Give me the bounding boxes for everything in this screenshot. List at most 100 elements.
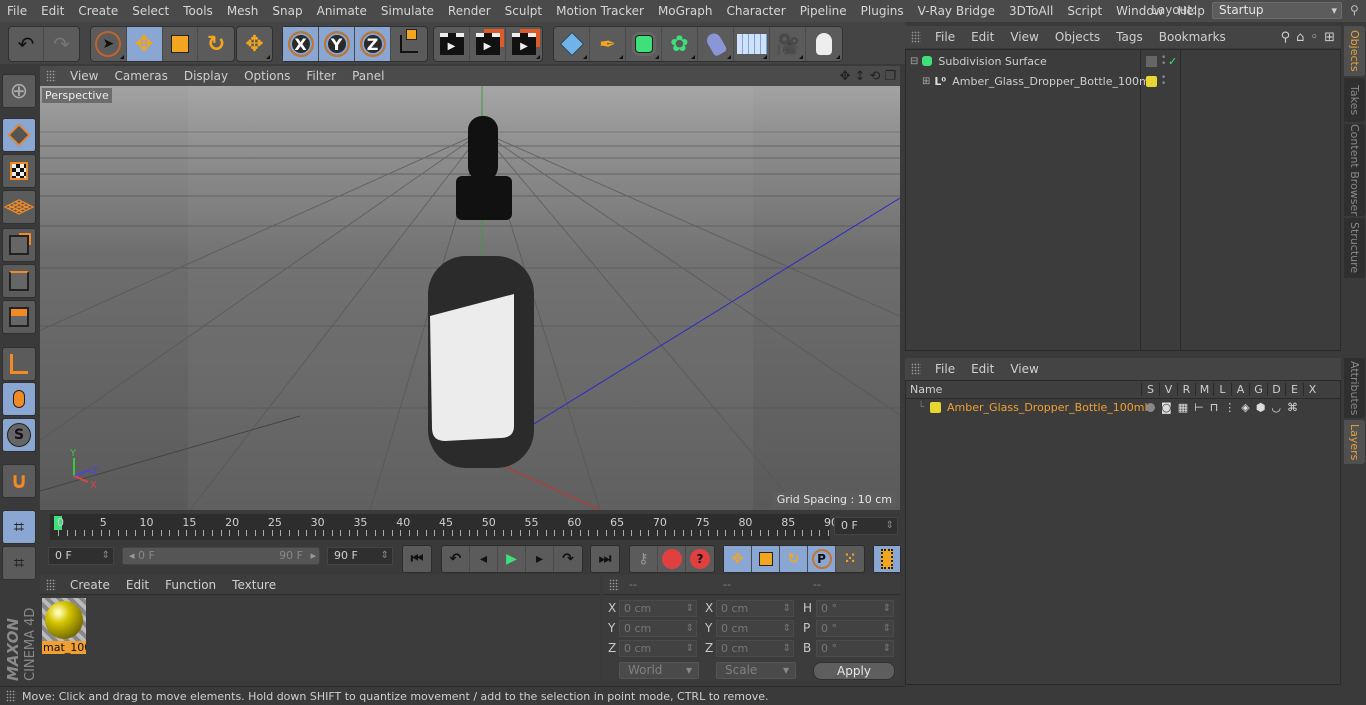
texture-mode-button[interactable] <box>2 154 36 188</box>
column-animation[interactable]: A <box>1231 383 1249 396</box>
tab-takes[interactable]: Takes <box>1344 78 1365 122</box>
grip-handle[interactable] <box>911 31 921 43</box>
lm-menu-view[interactable]: View <box>1002 362 1046 376</box>
menu-render[interactable]: Render <box>441 4 498 18</box>
column-xref[interactable]: X <box>1303 383 1321 396</box>
expression-icon[interactable]: ◡ <box>1271 401 1281 414</box>
tab-objects[interactable]: Objects <box>1344 26 1365 76</box>
object-row[interactable]: ⊟ Subdivision Surface • • ✓ <box>906 51 1340 71</box>
coordinate-mode-dropdown[interactable]: World <box>619 662 699 679</box>
size-z-field[interactable]: 0 cm <box>716 640 794 657</box>
expand-icon[interactable]: ⊞ <box>922 76 930 87</box>
model-mode-button[interactable] <box>2 118 36 152</box>
view-eye-icon[interactable]: ◙ <box>1161 401 1172 414</box>
deformer-icon[interactable]: ⬢ <box>1256 401 1266 414</box>
menu-file[interactable]: File <box>0 4 34 18</box>
column-name[interactable]: Name <box>906 383 1141 396</box>
mat-menu-create[interactable]: Create <box>62 578 118 592</box>
apply-button[interactable]: Apply <box>813 662 895 680</box>
om-menu-bookmarks[interactable]: Bookmarks <box>1151 30 1234 44</box>
next-key-button[interactable]: ↷ <box>554 546 582 572</box>
key-rotation-button[interactable]: ↻ <box>780 546 808 572</box>
grip-handle[interactable] <box>46 578 56 591</box>
om-menu-view[interactable]: View <box>1002 30 1046 44</box>
om-menu-file[interactable]: File <box>927 30 963 44</box>
play-button[interactable]: ▶ <box>498 546 526 572</box>
manager-hierarchy-icon[interactable]: ⊢ <box>1194 401 1204 414</box>
scale-tool-button[interactable] <box>163 27 199 61</box>
timeline-window-button[interactable] <box>874 546 900 572</box>
points-mode-button[interactable] <box>2 228 36 262</box>
column-render[interactable]: R <box>1177 383 1195 396</box>
pos-y-field[interactable]: 0 cm <box>619 620 697 637</box>
x-axis-button[interactable]: X <box>283 27 319 61</box>
axis-mode-button[interactable] <box>2 347 36 381</box>
menu-vray-bridge[interactable]: V-Ray Bridge <box>911 4 1002 18</box>
frame-range-slider[interactable]: ◂ 0 F 90 F ▸ <box>122 547 320 565</box>
z-axis-button[interactable]: Z <box>355 27 391 61</box>
object-row[interactable]: ⊞ L⁰ Amber_Glass_Dropper_Bottle_100ml • • <box>906 71 1340 91</box>
render-picture-viewer-button[interactable]: ▶ <box>470 27 506 61</box>
pos-z-field[interactable]: 0 cm <box>619 640 697 657</box>
viewport-menu-view[interactable]: View <box>62 69 106 83</box>
solo-toggle-icon[interactable] <box>1146 403 1155 412</box>
rot-b-field[interactable]: 0 ° <box>816 640 894 657</box>
tab-attributes[interactable]: Attributes <box>1344 358 1365 418</box>
lm-menu-file[interactable]: File <box>927 362 963 376</box>
key-scale-button[interactable] <box>752 546 780 572</box>
key-position-button[interactable]: ✥ <box>724 546 752 572</box>
goto-start-button[interactable]: ⏮ <box>403 546 431 572</box>
current-frame-field[interactable]: 0 F <box>834 517 898 535</box>
tab-structure[interactable]: Structure <box>1344 218 1365 278</box>
goto-end-button[interactable]: ⏭ <box>591 546 619 572</box>
tweak-mode-button[interactable] <box>2 382 36 416</box>
edges-mode-button[interactable] <box>2 264 36 298</box>
menu-pipeline[interactable]: Pipeline <box>793 4 854 18</box>
search-icon[interactable]: ⚲ <box>1281 30 1291 45</box>
menu-edit[interactable]: Edit <box>34 4 71 18</box>
size-y-field[interactable]: 0 cm <box>716 620 794 637</box>
eye-icon[interactable]: ◦ <box>1310 30 1318 45</box>
viewport-menu-cameras[interactable]: Cameras <box>106 69 175 83</box>
menu-plugins[interactable]: Plugins <box>854 4 911 18</box>
zoom-view-icon[interactable]: ↕ <box>855 69 866 84</box>
live-selection-button[interactable]: ➤ <box>91 27 127 61</box>
collapse-icon[interactable]: ⊟ <box>910 56 918 67</box>
planar-workplane-button[interactable]: ⌗ <box>2 546 36 580</box>
menu-sculpt[interactable]: Sculpt <box>498 4 549 18</box>
mat-menu-edit[interactable]: Edit <box>118 578 157 592</box>
snap-button[interactable]: S <box>2 418 36 452</box>
layer-color-swatch[interactable] <box>1146 75 1157 87</box>
render-settings-button[interactable]: ▶ <box>506 27 542 61</box>
size-x-field[interactable]: 0 cm <box>716 600 794 617</box>
record-key-button[interactable]: ⚷ <box>630 546 658 572</box>
grip-handle[interactable] <box>911 363 921 375</box>
add-cloner-button[interactable]: ✿ <box>662 27 698 61</box>
y-axis-button[interactable]: Y <box>319 27 355 61</box>
add-floor-button[interactable] <box>734 27 770 61</box>
rot-p-field[interactable]: 0 ° <box>816 620 894 637</box>
layer-color-swatch[interactable] <box>930 402 942 413</box>
xref-icon[interactable]: ⌘ <box>1287 401 1298 414</box>
column-manager[interactable]: M <box>1195 383 1213 396</box>
menu-tools[interactable]: Tools <box>176 4 220 18</box>
lm-menu-edit[interactable]: Edit <box>963 362 1002 376</box>
layer-row[interactable]: └ Amber_Glass_Dropper_Bottle_100ml ◙ ▦ ⊢… <box>906 399 1340 416</box>
menu-create[interactable]: Create <box>71 4 125 18</box>
layer-name[interactable]: Amber_Glass_Dropper_Bottle_100ml <box>947 401 1148 414</box>
column-view[interactable]: V <box>1159 383 1177 396</box>
key-parameter-button[interactable]: P <box>808 546 836 572</box>
menu-mograph[interactable]: MoGraph <box>651 4 720 18</box>
enable-snap-button[interactable]: ∪ <box>2 464 36 498</box>
layout-select[interactable]: Startup <box>1212 2 1342 19</box>
add-pen-button[interactable]: ✒ <box>590 27 626 61</box>
new-window-icon[interactable]: ⊞ <box>1324 30 1335 45</box>
orbit-view-icon[interactable]: ⟲ <box>869 69 880 84</box>
om-menu-tags[interactable]: Tags <box>1108 30 1151 44</box>
om-menu-edit[interactable]: Edit <box>963 30 1002 44</box>
locked-workplane-button[interactable]: ⌗ <box>2 510 36 544</box>
grip-handle[interactable] <box>609 578 619 591</box>
mat-menu-function[interactable]: Function <box>157 578 224 592</box>
editor-visibility-toggle[interactable] <box>1146 55 1157 67</box>
menu-character[interactable]: Character <box>719 4 792 18</box>
